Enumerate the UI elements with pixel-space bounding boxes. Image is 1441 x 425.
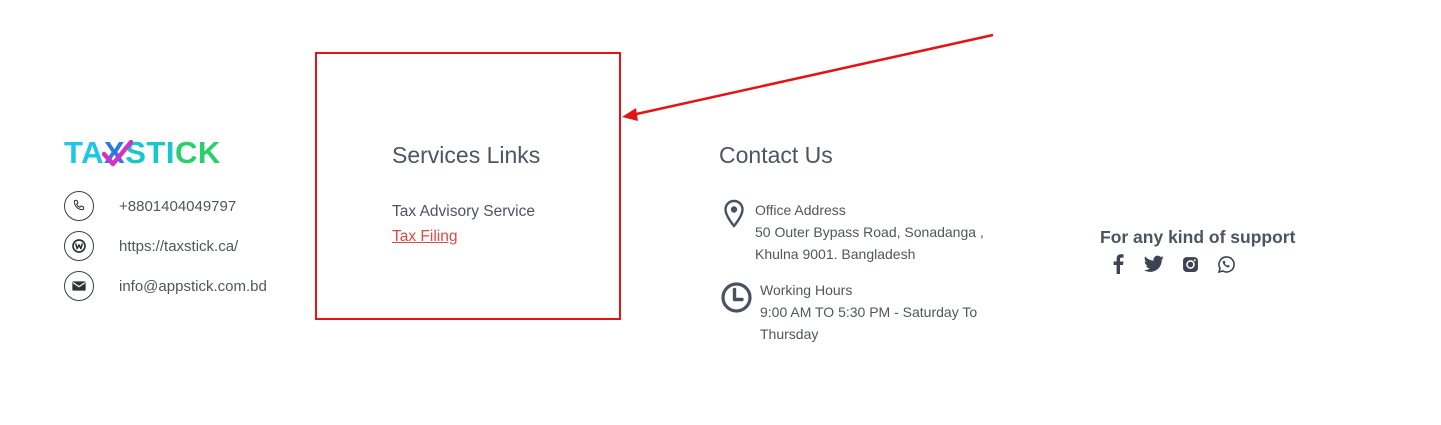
office-address-line1: 50 Outer Bypass Road, Sonadanga ,: [755, 224, 984, 240]
logo-text-ck: CK: [174, 135, 221, 170]
highlight-box: [315, 52, 621, 320]
globe-icon: [64, 231, 94, 261]
clock-icon: [721, 282, 752, 313]
logo-text-ta: TA: [64, 135, 105, 170]
phone-icon: [64, 191, 94, 221]
twitter-icon[interactable]: [1144, 254, 1164, 274]
support-title: For any kind of support: [1100, 227, 1296, 247]
brand-logo[interactable]: TAX STICK: [64, 134, 221, 172]
facebook-icon[interactable]: [1108, 254, 1128, 274]
phone-number[interactable]: +8801404049797: [119, 198, 236, 215]
email-address[interactable]: info@appstick.com.bd: [119, 278, 267, 295]
phone-row[interactable]: +8801404049797: [64, 191, 236, 221]
working-hours-line2: Thursday: [760, 326, 819, 342]
contact-us-title: Contact Us: [719, 142, 833, 168]
whatsapp-icon[interactable]: [1216, 254, 1236, 274]
website-row[interactable]: https://taxstick.ca/: [64, 231, 238, 261]
logo-text-x: X: [101, 134, 134, 172]
office-address-line2: Khulna 9001. Bangladesh: [755, 246, 916, 262]
checkmark-icon: [101, 140, 134, 167]
working-hours-line1: 9:00 AM TO 5:30 PM - Saturday To: [760, 304, 978, 320]
mail-icon: [64, 271, 94, 301]
office-address-title: Office Address: [755, 202, 846, 218]
social-links: [1108, 254, 1252, 274]
website-link[interactable]: https://taxstick.ca/: [119, 238, 238, 255]
email-row[interactable]: info@appstick.com.bd: [64, 271, 267, 301]
location-pin-icon: [724, 199, 744, 228]
instagram-icon[interactable]: [1180, 254, 1200, 274]
working-hours-title: Working Hours: [760, 282, 853, 298]
